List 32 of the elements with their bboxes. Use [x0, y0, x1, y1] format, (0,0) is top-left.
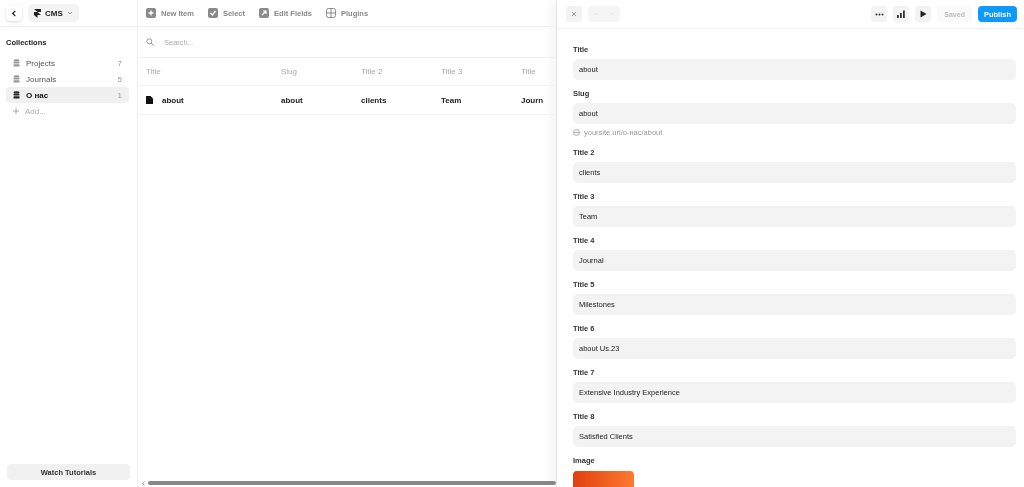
- globe-icon: [573, 129, 580, 136]
- table-cell-text: clients: [361, 95, 388, 105]
- table-cell: about: [162, 95, 184, 105]
- table-cell-text: about: [281, 95, 304, 105]
- close-icon: [571, 11, 577, 17]
- checkbox-icon: [207, 8, 218, 18]
- plus-icon: [13, 108, 19, 114]
- close-button[interactable]: [566, 6, 582, 22]
- collection-item[interactable]: О нас 1: [6, 87, 129, 103]
- grid-icon: [325, 8, 336, 18]
- play-icon: [919, 10, 927, 18]
- scroll-left-icon: [142, 480, 145, 486]
- analytics-button[interactable]: [893, 6, 910, 22]
- table-cell-text: Team: [441, 95, 463, 105]
- search-icon: [146, 38, 154, 46]
- more-button[interactable]: [871, 6, 888, 22]
- bar-chart-icon: [897, 10, 906, 18]
- plus-icon: [146, 8, 156, 18]
- more-icon: [874, 12, 884, 16]
- play-button[interactable]: [915, 6, 932, 22]
- chevron-down-icon: [66, 11, 73, 15]
- table-cell-text: Journ: [521, 95, 545, 105]
- arrow-box-icon: [259, 8, 270, 18]
- app-menu[interactable]: CMS: [28, 4, 79, 22]
- collection-item[interactable]: Journals 5: [6, 71, 129, 87]
- collection-item[interactable]: Projects 7: [6, 55, 129, 71]
- back-button[interactable]: [6, 5, 22, 21]
- database-icon: [13, 59, 20, 67]
- database-icon: [13, 91, 20, 99]
- document-icon: [146, 96, 153, 104]
- database-icon: [13, 75, 20, 83]
- logo-icon: [34, 8, 41, 18]
